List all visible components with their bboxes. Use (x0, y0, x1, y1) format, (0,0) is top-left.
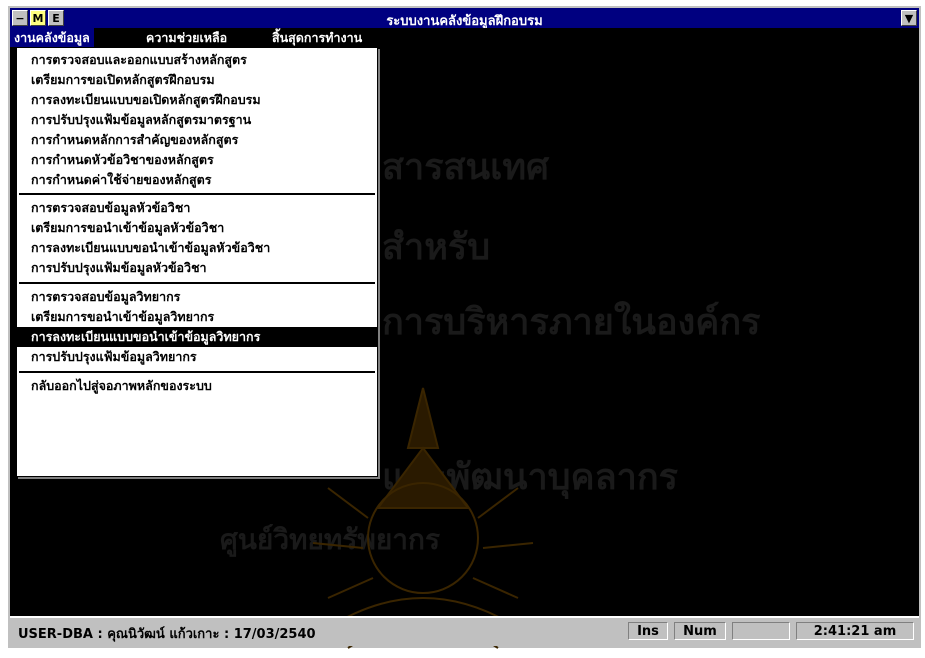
menu-bar: งานคลังข้อมูล ความช่วยเหลือ สิ้นสุดการทำ… (10, 28, 919, 47)
menu-separator (19, 193, 375, 195)
menu-item-set-course-subjects[interactable]: การกำหนดหัวข้อวิชาของหลักสูตร (17, 150, 377, 170)
menu-item-update-subject-file[interactable]: การปรับปรุงแฟ้มข้อมูลหัวข้อวิชา (17, 258, 377, 278)
watermark-text: สารสนเทศ (382, 147, 549, 188)
menu-item-prepare-import-lecturer[interactable]: เตรียมการขอนำเข้าข้อมูลวิทยากร (17, 307, 377, 327)
status-bar: USER-DBA : คุณนิวัฒน์ แก้วเกาะ : 17/03/2… (10, 616, 919, 646)
menu-item-set-course-costs[interactable]: การกำหนดค่าใช้จ่ายของหลักสูตร (17, 170, 377, 190)
menu-item-prepare-open-course[interactable]: เตรียมการขอเปิดหลักสูตรฝึกอบรม (17, 70, 377, 90)
menu-item-prepare-import-subject[interactable]: เตรียมการขอนำเข้าข้อมูลหัวข้อวิชา (17, 218, 377, 238)
menu-separator (19, 371, 375, 373)
menu-help[interactable]: ความช่วยเหลือ (142, 28, 231, 47)
menu-item-set-course-principles[interactable]: การกำหนดหลักการสำคัญของหลักสูตร (17, 130, 377, 150)
menu-data-warehouse[interactable]: งานคลังข้อมูล (10, 28, 94, 47)
menu-separator (19, 282, 375, 284)
status-num-indicator: Num (674, 622, 726, 640)
menu-item-register-open-course[interactable]: การลงทะเบียนแบบขอเปิดหลักสูตรฝึกอบรม (17, 90, 377, 110)
menu-item-update-lecturer-file[interactable]: การปรับปรุงแฟ้มข้อมูลวิทยากร (17, 347, 377, 367)
title-bar: − M E ระบบงานคลังข้อมูลฝึกอบรม ▼ (10, 8, 919, 29)
menu-item-return-main-screen[interactable]: กลับออกไปสู่จอภาพหลักของระบบ (17, 376, 377, 396)
menu-item-register-import-lecturer[interactable]: การลงทะเบียนแบบขอนำเข้าข้อมูลวิทยากร (17, 327, 377, 347)
scroll-down-icon[interactable]: ▼ (901, 10, 917, 26)
menu-item-check-lecturer[interactable]: การตรวจสอบข้อมูลวิทยากร (17, 287, 377, 307)
watermark-text: การบริหารภายในองค์กร (382, 302, 761, 343)
status-blank-indicator (732, 622, 790, 640)
menu-item-check-design-course[interactable]: การตรวจสอบและออกแบบสร้างหลักสูตร (17, 50, 377, 70)
status-user-info: USER-DBA : คุณนิวัฒน์ แก้วเกาะ : 17/03/2… (18, 627, 316, 642)
menu-exit[interactable]: สิ้นสุดการทำงาน (268, 28, 366, 47)
app-window: − M E ระบบงานคลังข้อมูลฝึกอบรม ▼ งานคลัง… (8, 6, 921, 649)
status-clock: 2:41:21 am (796, 622, 914, 640)
menu-item-check-subject[interactable]: การตรวจสอบข้อมูลหัวข้อวิชา (17, 198, 377, 218)
status-ins-indicator: Ins (628, 622, 668, 640)
data-warehouse-dropdown: การตรวจสอบและออกแบบสร้างหลักสูตร เตรียมก… (16, 47, 378, 477)
menu-item-register-import-subject[interactable]: การลงทะเบียนแบบขอนำเข้าข้อมูลหัวข้อวิชา (17, 238, 377, 258)
watermark-text: สำหรับ (382, 227, 491, 268)
menu-item-update-standard-course[interactable]: การปรับปรุงแฟ้มข้อมูลหลักสูตรมาตรฐาน (17, 110, 377, 130)
